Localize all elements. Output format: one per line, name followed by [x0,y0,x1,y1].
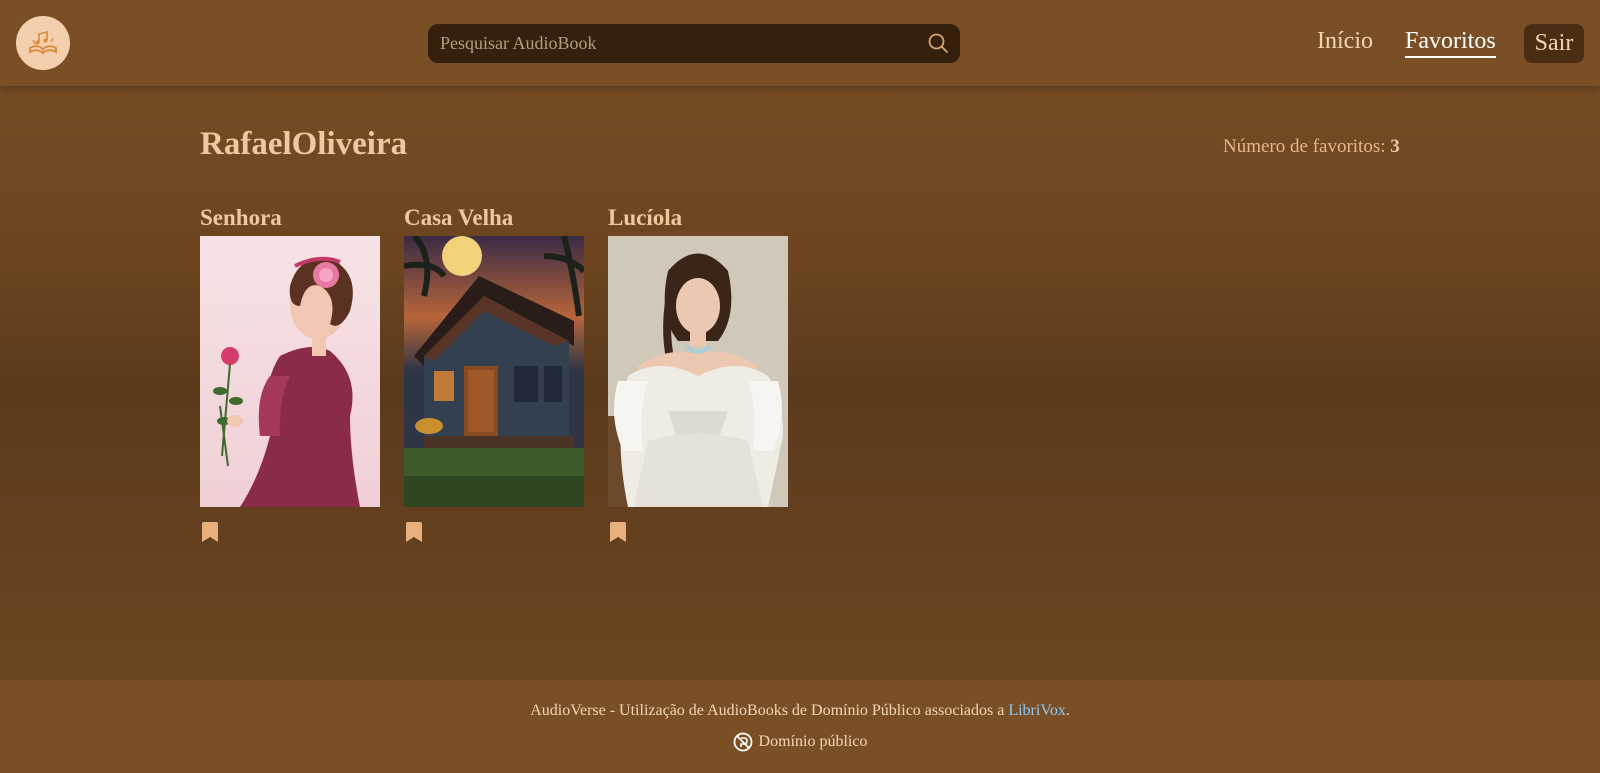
search-icon[interactable] [926,31,950,55]
book-cover-image[interactable] [608,236,788,507]
book-card[interactable]: Senhora [200,205,380,543]
search-input[interactable] [440,24,910,63]
search-bar [428,24,960,63]
book-cover-image[interactable] [404,236,584,507]
top-header: Início Favoritos Sair [0,0,1600,86]
favorites-count-value: 3 [1390,136,1400,157]
logout-button[interactable]: Sair [1524,24,1584,63]
footer-suffix: . [1065,702,1070,719]
bookmark-icon[interactable] [200,521,220,543]
book-music-logo-icon [29,30,57,55]
book-card[interactable]: Lucíola [608,205,788,543]
nav-favorites-link[interactable]: Favoritos [1405,28,1496,58]
book-card[interactable]: Casa Velha [404,205,584,543]
book-title[interactable]: Lucíola [608,205,788,236]
page-footer: AudioVerse - Utilização de AudioBooks de… [0,680,1600,773]
bookmark-icon[interactable] [608,521,628,543]
footer-license: Domínio público [0,732,1600,752]
public-domain-icon [733,732,752,752]
nav-home-link[interactable]: Início [1317,28,1373,55]
license-label: Domínio público [758,733,868,750]
profile-username: RafaelOliveira [200,126,408,162]
footer-text: AudioVerse - Utilização de AudioBooks de… [530,702,1005,719]
footer-credits: AudioVerse - Utilização de AudioBooks de… [0,702,1600,720]
librivox-link[interactable]: LibriVox [1008,702,1065,719]
favorites-count: Número de favoritos: 3 [1223,136,1400,158]
book-title[interactable]: Senhora [200,205,380,236]
favorites-count-label: Número de favoritos: [1223,136,1386,157]
book-cover-image[interactable] [200,236,380,507]
book-title[interactable]: Casa Velha [404,205,584,236]
app-logo[interactable] [16,16,70,70]
bookmark-icon[interactable] [404,521,424,543]
